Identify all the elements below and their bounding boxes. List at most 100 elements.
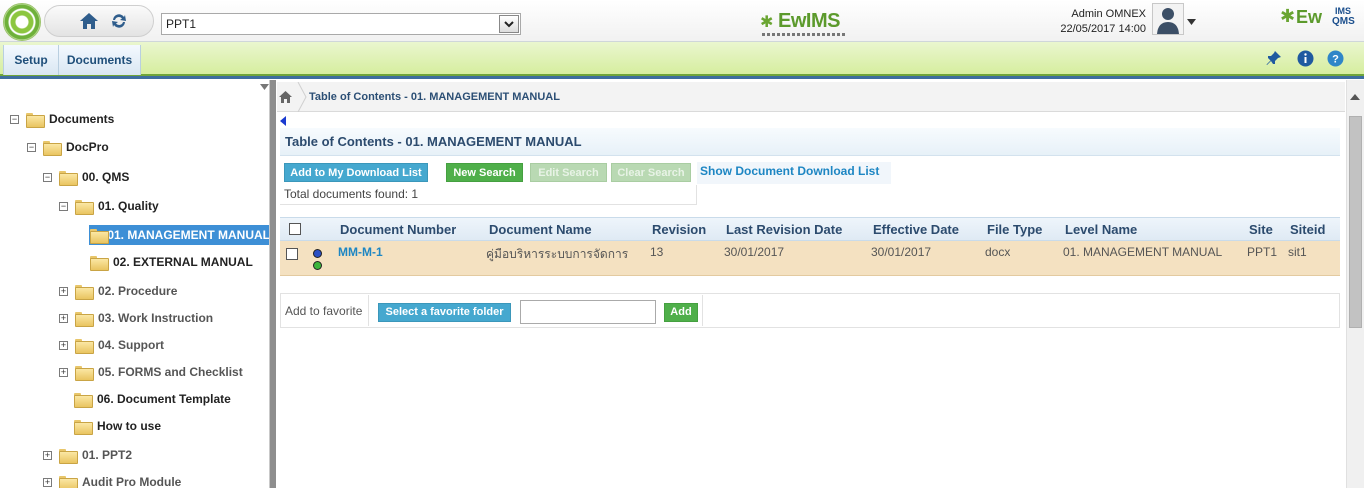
folder-icon <box>75 284 94 300</box>
col-site[interactable]: Site <box>1249 222 1273 237</box>
tree-node-quality[interactable]: − 01. Quality <box>59 196 159 216</box>
tree-node-docpro[interactable]: − DocPro <box>27 137 109 157</box>
edit-search-button[interactable]: Edit Search <box>530 163 607 182</box>
right-logo-text: Ew <box>1296 7 1323 27</box>
vertical-scrollbar[interactable] <box>1346 80 1364 488</box>
col-revision[interactable]: Revision <box>652 222 706 237</box>
site-select[interactable]: PPT1 <box>161 13 521 35</box>
expand-icon[interactable]: + <box>59 313 68 323</box>
collapse-icon[interactable]: − <box>27 142 36 152</box>
select-favorite-folder-button[interactable]: Select a favorite folder <box>378 303 511 322</box>
tree-node-label: DocPro <box>66 140 109 154</box>
col-document-number[interactable]: Document Number <box>340 222 456 237</box>
menu-documents[interactable]: Documents <box>59 45 141 75</box>
info-icon[interactable] <box>1296 49 1314 67</box>
expand-icon[interactable]: + <box>43 450 52 460</box>
user-menu-caret-icon[interactable] <box>1187 14 1196 28</box>
tree-node-label: 06. Document Template <box>97 392 231 406</box>
col-file-type[interactable]: File Type <box>987 222 1042 237</box>
tree-node-qms[interactable]: − 00. QMS <box>43 167 129 187</box>
scroll-up-icon[interactable] <box>1350 94 1360 100</box>
select-all-checkbox[interactable] <box>289 223 301 238</box>
tree-node-procedure[interactable]: + 02. Procedure <box>59 281 177 301</box>
col-siteid[interactable]: Siteid <box>1290 222 1325 237</box>
tree-node-document-template[interactable]: 06. Document Template <box>74 389 231 409</box>
tree-node-how-to-use[interactable]: How to use <box>74 416 161 436</box>
tree-node-external-manual[interactable]: 02. EXTERNAL MANUAL <box>90 252 253 272</box>
tree-node-label: Audit Pro Module <box>82 475 182 488</box>
avatar[interactable] <box>1152 3 1184 35</box>
folder-icon <box>26 112 45 128</box>
center-logo: ✱ EwIMS <box>760 10 850 36</box>
menu-setup[interactable]: Setup <box>3 45 59 75</box>
folder-icon <box>75 365 94 381</box>
expand-icon[interactable]: + <box>59 367 68 377</box>
svg-text:?: ? <box>1332 53 1339 65</box>
tree-node-work-instruction[interactable]: + 03. Work Instruction <box>59 308 213 328</box>
tree-node-ppt2[interactable]: + 01. PPT2 <box>43 445 132 465</box>
status-dot-blue-icon <box>313 249 322 258</box>
tree-node-audit-pro[interactable]: + Audit Pro Module <box>43 472 181 488</box>
show-download-list-link[interactable]: Show Document Download List <box>697 162 891 184</box>
home-icon[interactable] <box>77 10 101 32</box>
scroll-thumb[interactable] <box>1349 116 1362 328</box>
tree-node-management-manual[interactable]: 01. MANAGEMENT MANUAL <box>89 225 270 245</box>
panel-splitter[interactable] <box>270 80 276 488</box>
tree-node-label: 04. Support <box>98 338 165 352</box>
favorite-label: Add to favorite <box>285 304 363 318</box>
breadcrumb-item[interactable]: Table of Contents - 01. MANAGEMENT MANUA… <box>309 91 560 103</box>
menu-bar: Setup Documents ? <box>0 42 1364 76</box>
tree-node-label: 01. MANAGEMENT MANUAL <box>107 228 270 242</box>
table-header: Document Number Document Name Revision L… <box>280 217 1340 241</box>
chevron-down-icon[interactable] <box>499 15 519 33</box>
col-last-revision-date[interactable]: Last Revision Date <box>726 222 842 237</box>
site-select-value: PPT1 <box>166 17 197 31</box>
favorite-folder-input[interactable] <box>520 300 656 324</box>
help-icon[interactable]: ? <box>1326 49 1344 67</box>
pin-icon[interactable] <box>1265 49 1283 67</box>
logo-tagline-decor <box>762 33 847 36</box>
tree-node-label: 05. FORMS and Checklist <box>98 365 243 379</box>
level-name: 01. MANAGEMENT MANUAL <box>1063 245 1223 259</box>
ewims-flower-icon: ✱ <box>760 14 774 31</box>
folder-icon <box>74 419 93 435</box>
add-to-download-list-button[interactable]: Add to My Download List <box>284 163 428 182</box>
collapse-icon[interactable]: − <box>10 114 19 124</box>
nav-pill <box>44 5 154 37</box>
clear-search-button[interactable]: Clear Search <box>611 163 691 182</box>
folder-icon <box>59 448 78 464</box>
col-level-name[interactable]: Level Name <box>1065 222 1137 237</box>
tree-node-support[interactable]: + 04. Support <box>59 335 164 355</box>
breadcrumb-home-icon[interactable] <box>279 91 292 106</box>
tree-node-label: Documents <box>49 112 115 126</box>
menu-divider <box>0 76 1364 79</box>
row-checkbox[interactable] <box>286 248 298 263</box>
col-document-name[interactable]: Document Name <box>489 222 592 237</box>
new-search-button[interactable]: New Search <box>446 163 523 182</box>
expand-icon[interactable]: + <box>43 477 52 487</box>
collapse-icon[interactable]: − <box>43 172 52 182</box>
folder-icon <box>75 338 94 354</box>
divider <box>702 295 703 326</box>
back-arrow-icon[interactable] <box>280 116 286 126</box>
document-number-link[interactable]: MM-M-1 <box>338 245 383 259</box>
tree-node-label: 00. QMS <box>82 170 130 184</box>
table-row[interactable]: MM-M-1 คู่มือบริหารระบบการจัดการ 13 30/0… <box>280 241 1340 276</box>
page-title: Table of Contents - 01. MANAGEMENT MANUA… <box>280 128 1340 156</box>
right-logo-qms: QMS <box>1332 16 1355 27</box>
col-effective-date[interactable]: Effective Date <box>873 222 959 237</box>
document-tree: − Documents − DocPro − 00. QMS − 01. Qua… <box>0 80 270 488</box>
folder-open-icon <box>90 228 110 244</box>
refresh-icon[interactable] <box>107 10 131 32</box>
collapse-icon[interactable]: − <box>59 201 68 211</box>
expand-icon[interactable]: + <box>59 340 68 350</box>
app-logo-icon[interactable] <box>3 3 41 41</box>
tree-node-label: 01. Quality <box>98 199 159 213</box>
tree-node-documents[interactable]: − Documents <box>10 109 114 129</box>
tree-node-forms[interactable]: + 05. FORMS and Checklist <box>59 362 243 382</box>
folder-icon <box>59 170 78 186</box>
add-favorite-button[interactable]: Add <box>664 303 698 322</box>
expand-icon[interactable]: + <box>59 286 68 296</box>
panel-collapse-icon[interactable] <box>260 80 269 94</box>
tree-node-label: How to use <box>97 419 162 433</box>
